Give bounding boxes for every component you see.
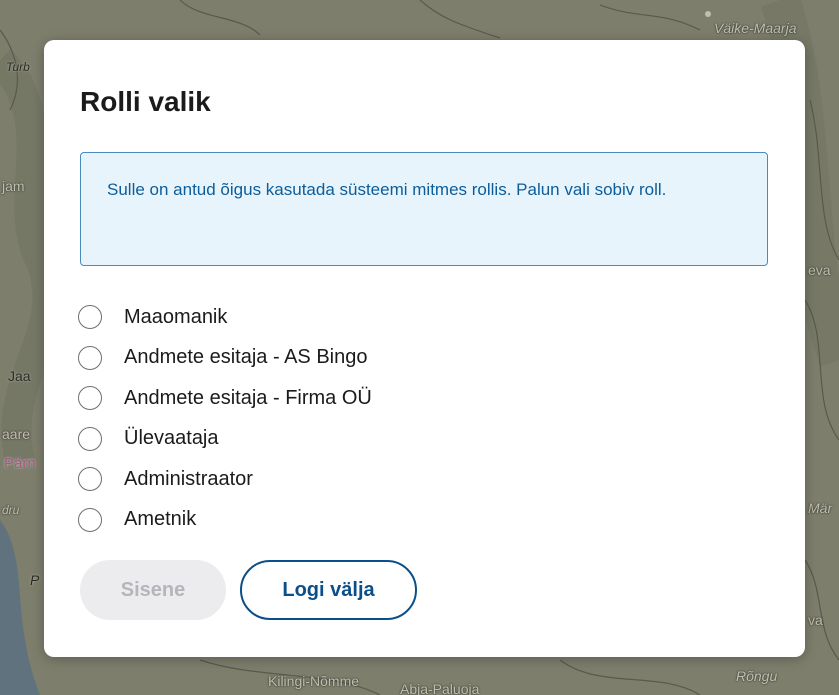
info-alert: Sulle on antud õigus kasutada süsteemi m…: [80, 152, 768, 266]
logout-button[interactable]: Logi välja: [240, 560, 417, 620]
radio-button[interactable]: [78, 467, 102, 492]
role-option-label[interactable]: Administraator: [124, 468, 253, 491]
role-radio-group: Maaomanik Andmete esitaja - AS Bingo And…: [78, 297, 372, 540]
role-option-administraator[interactable]: Administraator: [78, 459, 372, 500]
role-option-maaomanik[interactable]: Maaomanik: [78, 297, 372, 338]
role-option-label[interactable]: Ametnik: [124, 508, 196, 531]
role-option-andmete-esitaja-as-bingo[interactable]: Andmete esitaja - AS Bingo: [78, 338, 372, 379]
role-option-label[interactable]: Ülevaataja: [124, 427, 219, 450]
role-option-label[interactable]: Andmete esitaja - AS Bingo: [124, 346, 367, 369]
role-selection-dialog: Rolli valik Sulle on antud õigus kasutad…: [44, 40, 805, 657]
info-alert-message: Sulle on antud õigus kasutada süsteemi m…: [107, 180, 667, 199]
radio-button[interactable]: [78, 426, 102, 451]
role-option-andmete-esitaja-firma-ou[interactable]: Andmete esitaja - Firma OÜ: [78, 378, 372, 419]
radio-button[interactable]: [78, 345, 102, 370]
dialog-title: Rolli valik: [80, 86, 211, 117]
enter-button[interactable]: Sisene: [80, 560, 226, 620]
radio-button[interactable]: [78, 305, 102, 330]
radio-button[interactable]: [78, 507, 102, 532]
radio-button[interactable]: [78, 386, 102, 411]
role-option-label[interactable]: Maaomanik: [124, 306, 227, 329]
role-option-ulevaataja[interactable]: Ülevaataja: [78, 419, 372, 460]
role-option-label[interactable]: Andmete esitaja - Firma OÜ: [124, 387, 372, 410]
role-option-ametnik[interactable]: Ametnik: [78, 500, 372, 541]
